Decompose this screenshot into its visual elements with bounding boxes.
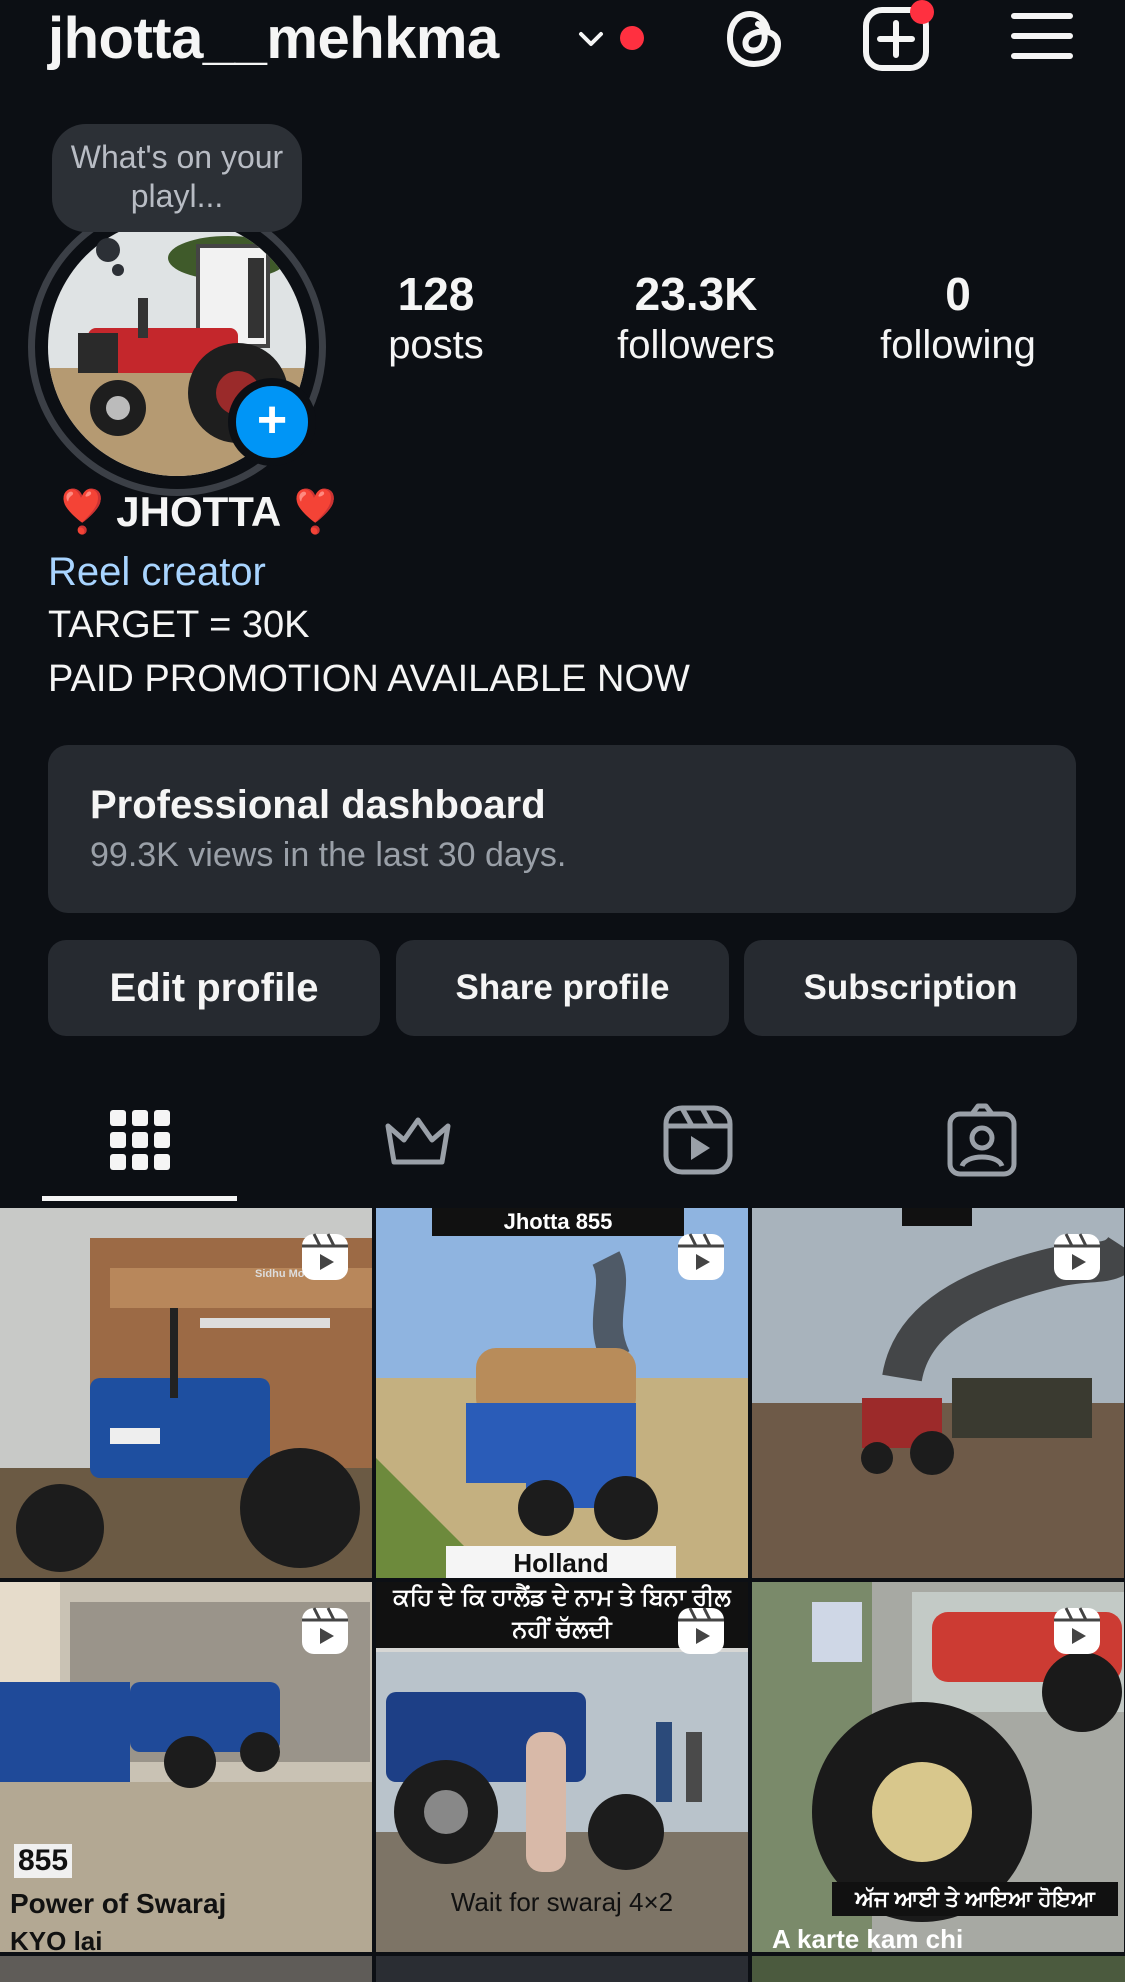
menu-icon[interactable] [1010,8,1074,64]
chevron-down-icon[interactable] [574,22,608,56]
reels-icon[interactable] [658,1100,738,1180]
caption-line: KYO lai [10,1926,103,1952]
heart-emoji: ❣️ [289,488,342,535]
stat-followers[interactable]: 23.3K followers [586,268,806,370]
caption-top: Jhotta 855 [432,1208,684,1236]
share-profile-button[interactable]: Share profile [396,940,729,1036]
profile-display-name: ❣️ JHOTTA ❣️ [56,484,341,540]
followers-label: followers [617,323,775,367]
dashboard-title: Professional dashboard [90,783,546,827]
notification-dot [620,26,644,50]
bio-line: TARGET = 30K [48,604,310,646]
profile-username[interactable]: jhotta__mehkma [48,4,499,74]
note-tail-small [112,264,124,276]
followers-count: 23.3K [634,268,758,320]
grid-icon[interactable] [100,1100,180,1180]
caption-bottom: Wait for swaraj 4×2 [450,1887,674,1917]
heart-emoji: ❣️ [56,488,109,535]
tagged-icon[interactable] [942,1100,1022,1180]
reels-icon [1054,1233,1100,1280]
caption-line: Power of Swaraj [10,1888,227,1919]
caption-bottom: ਅੱਜ ਆਈ ਤੇ ਆਇਆ ਹੋਇਆ [832,1882,1118,1916]
reels-icon [302,1233,348,1280]
caption-bottom: Holland [446,1546,676,1578]
bio-line: PAID PROMOTION AVAILABLE NOW [48,658,690,700]
grid-post-partial[interactable] [0,1956,372,1982]
note-tail [96,238,120,262]
new-post-notification-dot [910,0,934,24]
stat-posts[interactable]: 128 posts [326,268,546,370]
subscription-button[interactable]: Subscription [744,940,1077,1036]
grid-post-partial[interactable] [752,1956,1125,1982]
threads-icon[interactable] [722,2,786,74]
reels-icon [678,1607,724,1654]
crown-icon[interactable] [378,1100,458,1180]
active-tab-indicator [42,1196,237,1201]
posts-count: 128 [397,268,475,320]
profile-note-bubble[interactable]: What's on your playl... [52,124,302,232]
stat-following[interactable]: 0 following [848,268,1068,370]
caption-bottom-2: A karte kam chi [772,1924,964,1952]
reels-icon [302,1607,348,1654]
grid-post-partial[interactable] [376,1956,748,1982]
display-name-text: JHOTTA [116,488,282,535]
add-story-button[interactable]: + [228,378,316,466]
reels-icon [678,1233,724,1280]
following-label: following [880,323,1036,367]
posts-label: posts [388,323,484,367]
following-count: 0 [945,268,971,320]
caption-line: 855 [14,1844,73,1878]
edit-profile-button[interactable]: Edit profile [48,940,380,1036]
dashboard-subtitle: 99.3K views in the last 30 days. [90,836,567,874]
reels-icon [1054,1607,1100,1654]
profile-category[interactable]: Reel creator [48,546,266,598]
